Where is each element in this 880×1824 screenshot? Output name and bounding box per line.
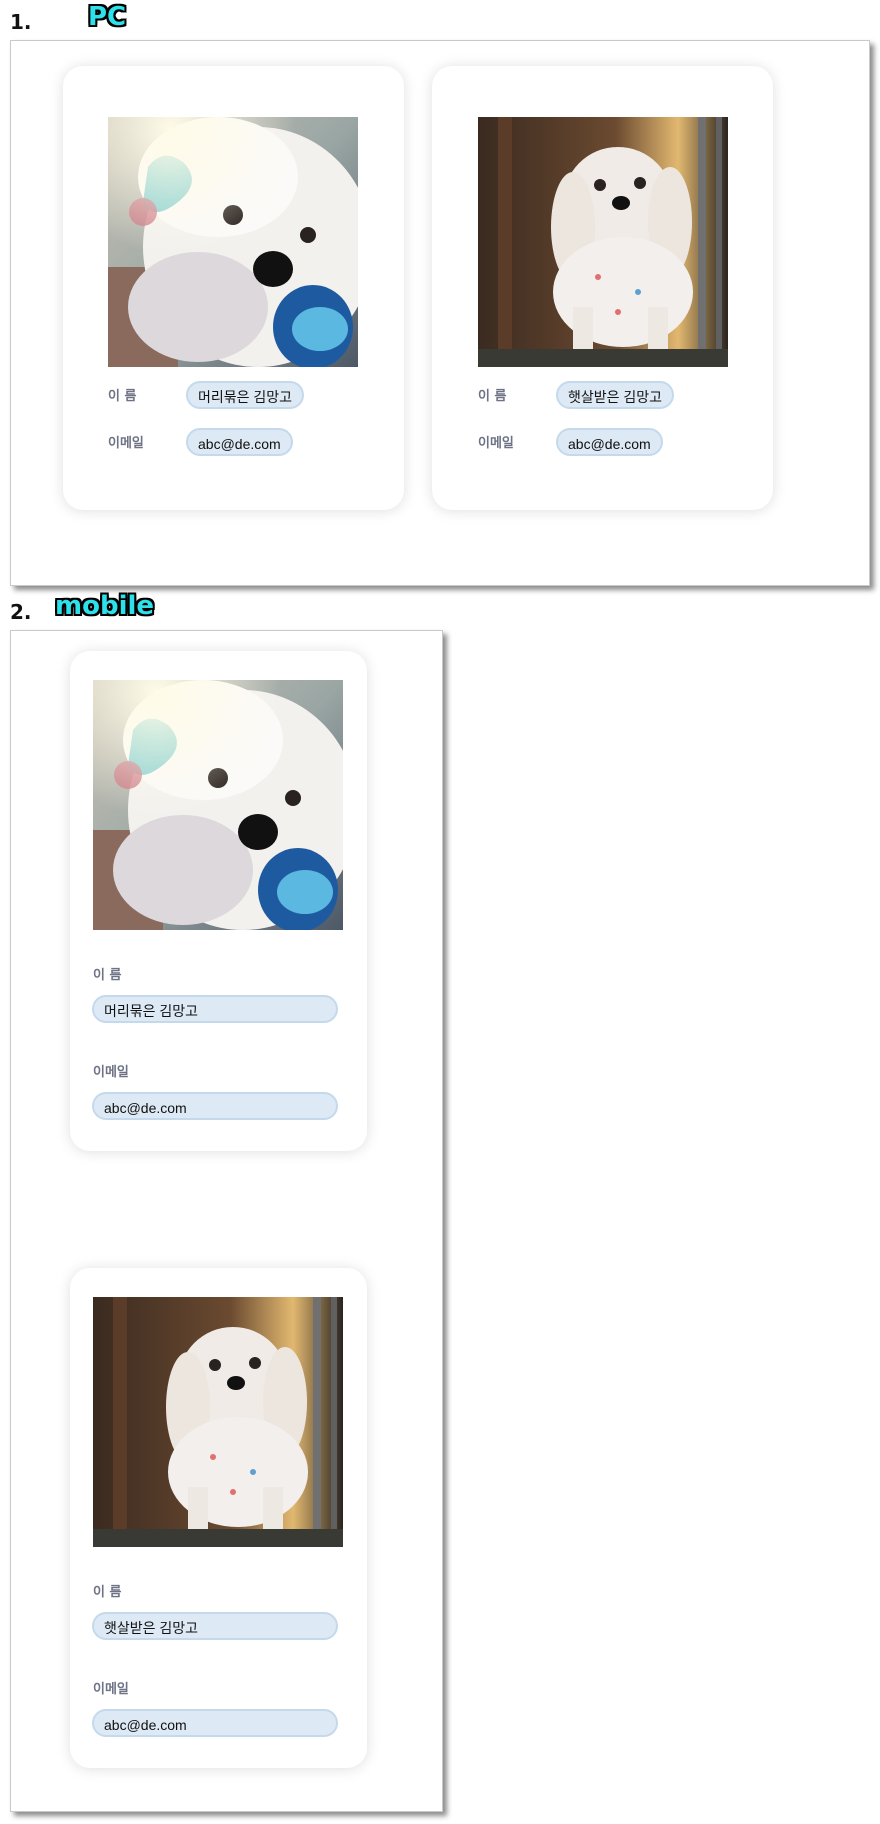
email-field[interactable]: abc@de.com <box>92 1709 338 1737</box>
name-field[interactable]: 머리묶은 김망고 <box>92 995 338 1023</box>
email-label: 이메일 <box>478 436 514 451</box>
email-field[interactable]: abc@de.com <box>186 428 293 456</box>
name-label: 이 름 <box>93 1585 122 1600</box>
pc-preview-frame: 이 름 머리묶은 김망고 이메일 abc@de.com 이 름 햇살받은 김망고… <box>10 40 870 586</box>
email-label: 이메일 <box>93 1682 129 1697</box>
profile-card: 이 름 햇살받은 김망고 이메일 abc@de.com <box>70 1268 367 1768</box>
name-label: 이 름 <box>478 389 507 404</box>
email-field[interactable]: abc@de.com <box>556 428 663 456</box>
dog-photo-icon <box>93 1297 343 1547</box>
name-field[interactable]: 햇살받은 김망고 <box>556 381 675 409</box>
section-number: 2. <box>10 600 32 624</box>
section-number: 1. <box>10 10 32 34</box>
section-title: PC <box>88 2 127 32</box>
dog-photo-icon <box>478 117 728 367</box>
name-label: 이 름 <box>93 968 122 983</box>
dog-photo-icon <box>93 680 343 930</box>
name-field[interactable]: 햇살받은 김망고 <box>92 1612 338 1640</box>
name-label: 이 름 <box>108 389 137 404</box>
email-label: 이메일 <box>93 1065 129 1080</box>
profile-card: 이 름 햇살받은 김망고 이메일 abc@de.com <box>432 66 773 510</box>
email-field[interactable]: abc@de.com <box>92 1092 338 1120</box>
profile-card: 이 름 머리묶은 김망고 이메일 abc@de.com <box>70 651 367 1151</box>
name-field[interactable]: 머리묶은 김망고 <box>186 381 305 409</box>
mobile-preview-frame: 이 름 머리묶은 김망고 이메일 abc@de.com 이 름 햇살받은 김망고… <box>10 630 443 1812</box>
section-title: mobile <box>55 591 155 621</box>
profile-card: 이 름 머리묶은 김망고 이메일 abc@de.com <box>63 66 404 510</box>
email-label: 이메일 <box>108 436 144 451</box>
dog-photo-icon <box>108 117 358 367</box>
